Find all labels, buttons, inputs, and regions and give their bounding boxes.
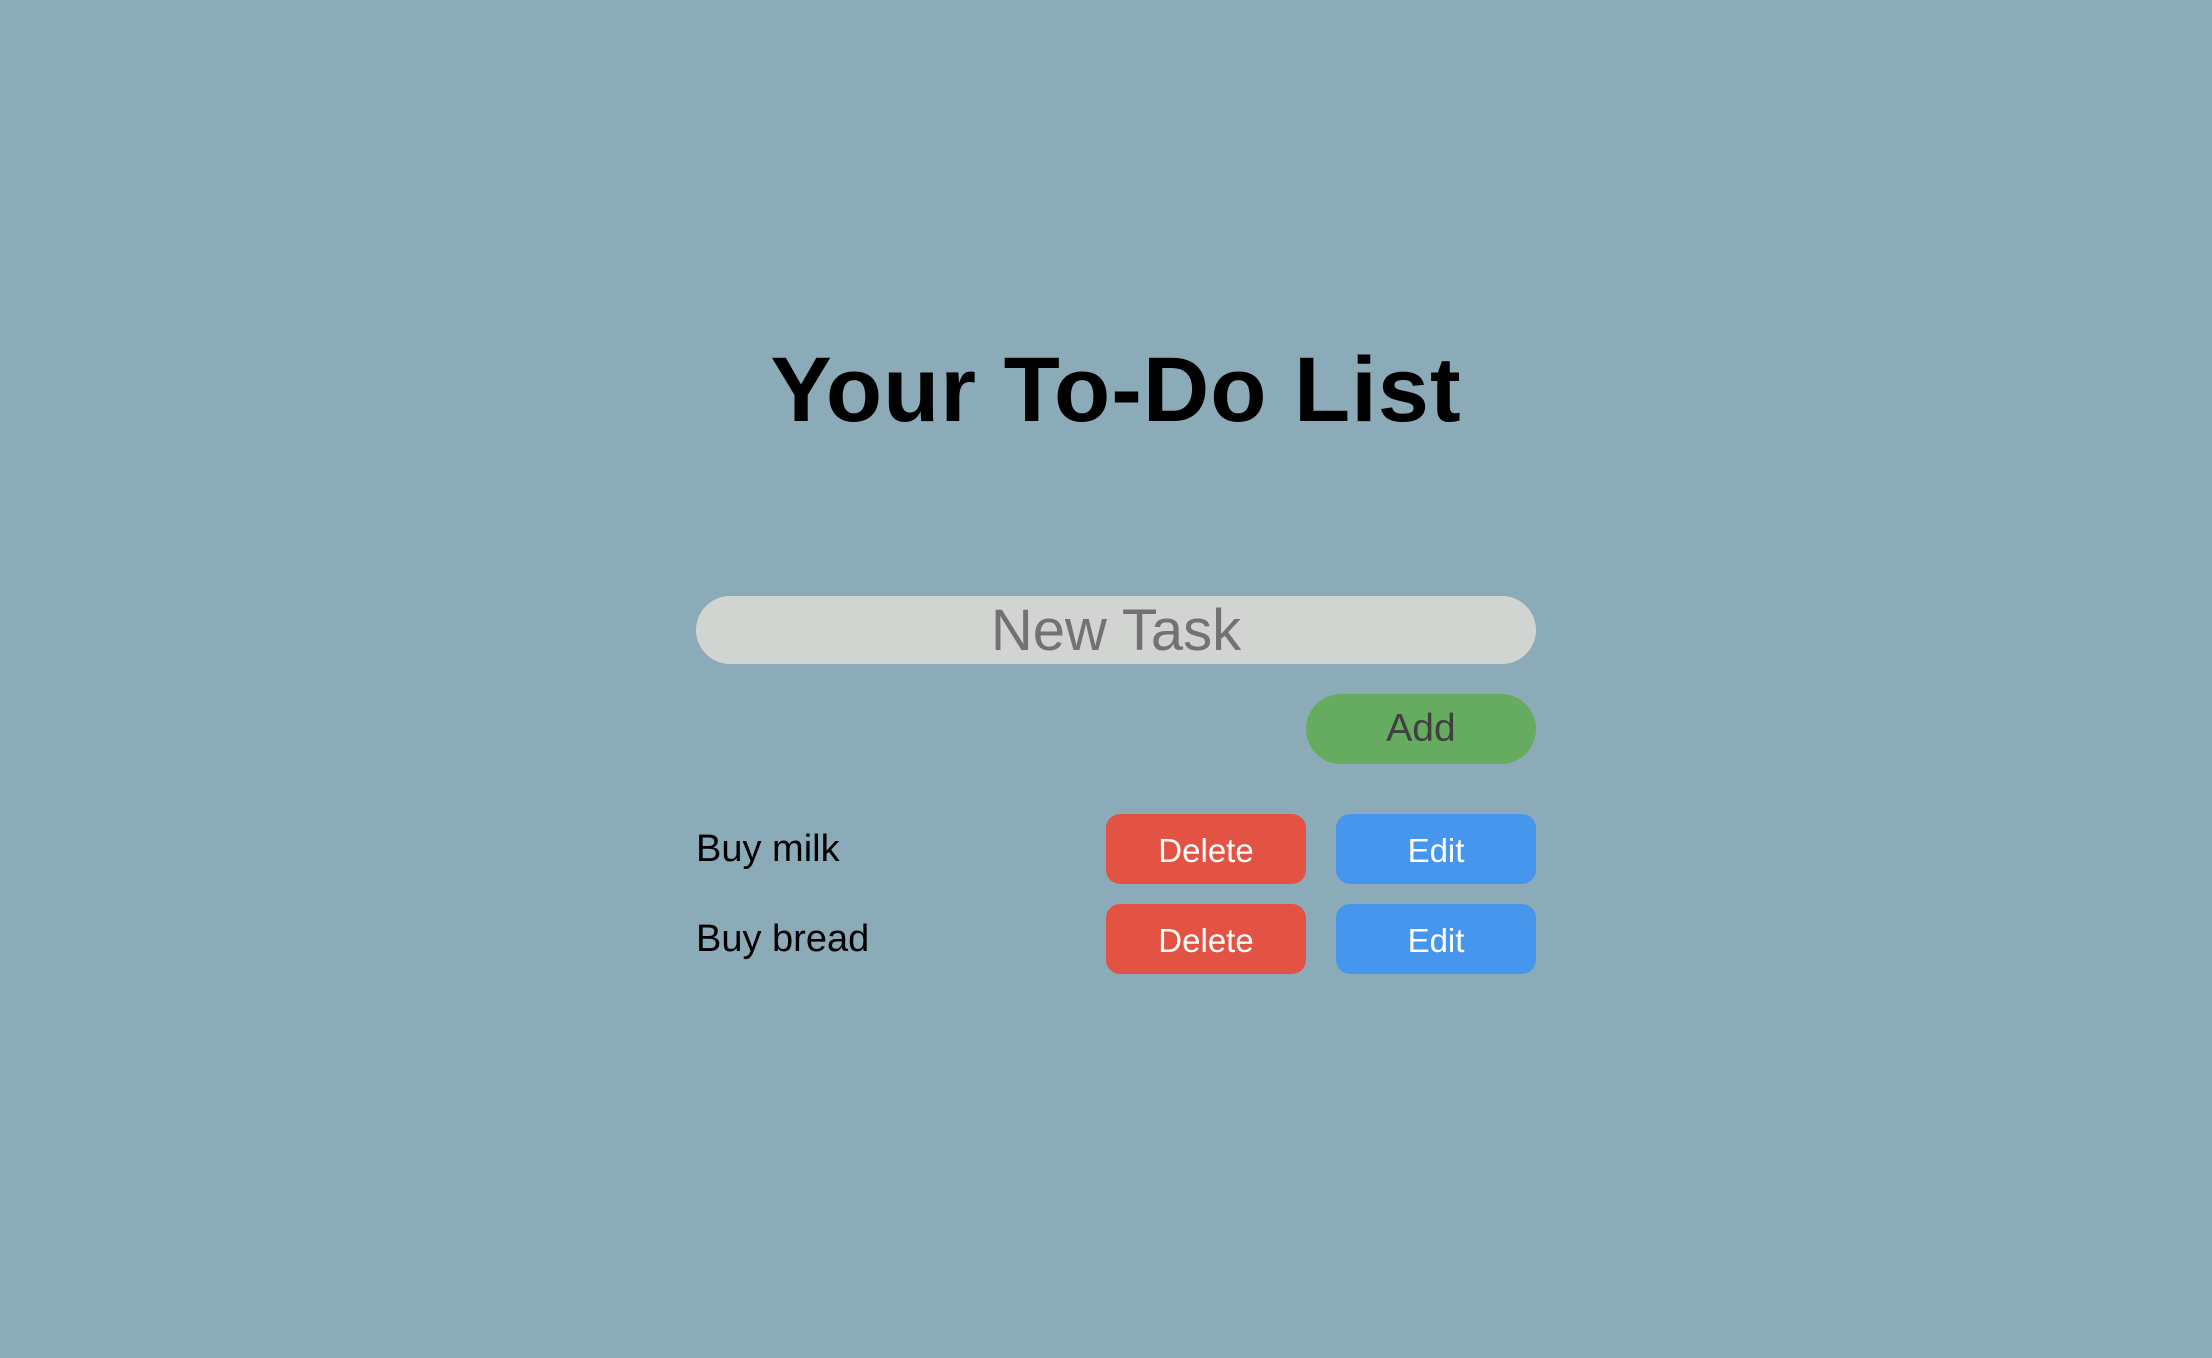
task-label: Buy bread (696, 918, 870, 960)
todo-page: Your To-Do List Add Buy milk Delete Edit… (0, 0, 2212, 1358)
edit-task-button[interactable]: Edit (1336, 904, 1536, 974)
delete-task-button[interactable]: Delete (1106, 904, 1306, 974)
new-task-input[interactable] (696, 596, 1536, 664)
page-title: Your To-Do List (770, 339, 1462, 441)
add-task-button[interactable]: Add (1306, 694, 1536, 764)
task-item: Buy milk Delete Edit (696, 814, 1536, 884)
task-label: Buy milk (696, 828, 840, 870)
edit-task-button[interactable]: Edit (1336, 814, 1536, 884)
delete-task-button[interactable]: Delete (1106, 814, 1306, 884)
task-item: Buy bread Delete Edit (696, 904, 1536, 974)
